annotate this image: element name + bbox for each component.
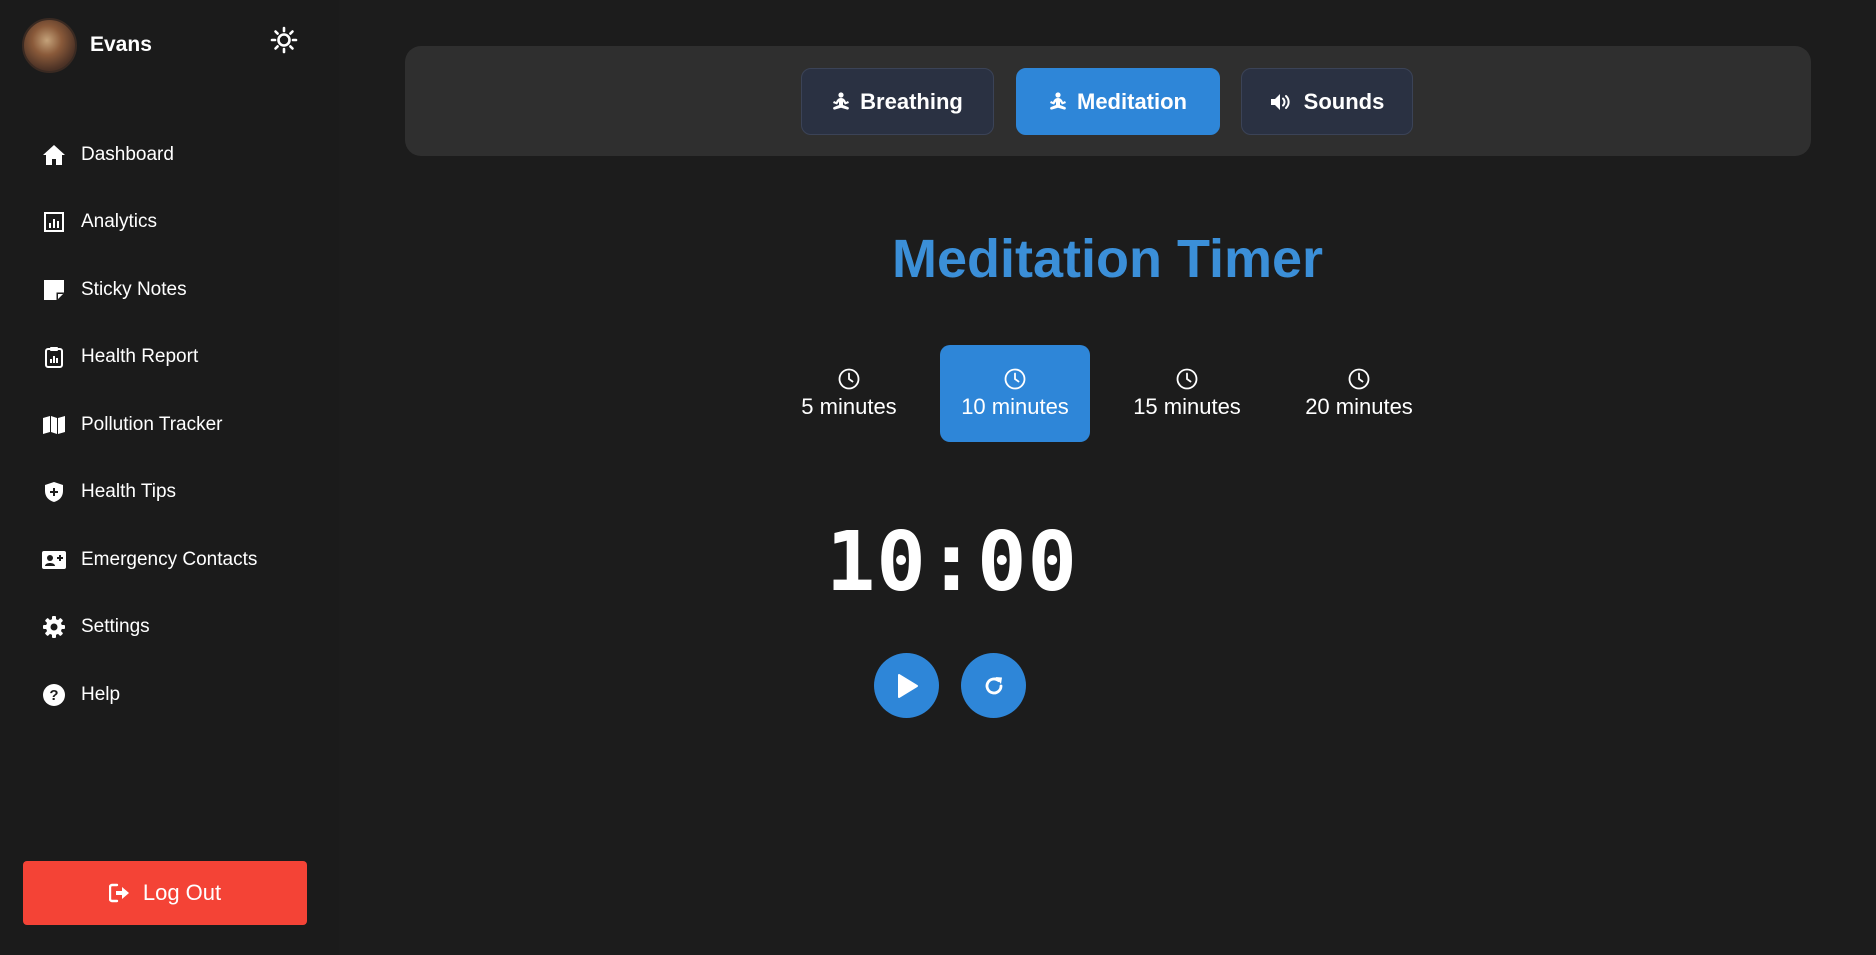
gear-icon <box>40 613 68 641</box>
duration-label: 20 minutes <box>1305 393 1413 419</box>
analytics-icon <box>40 208 68 236</box>
duration-label: 15 minutes <box>1133 393 1241 419</box>
duration-label: 10 minutes <box>961 393 1069 419</box>
sidebar-item-label: Settings <box>81 616 150 638</box>
sidebar-item-dashboard[interactable]: Dashboard <box>40 121 320 189</box>
play-icon <box>897 673 918 698</box>
sidebar-item-label: Pollution Tracker <box>81 413 223 435</box>
clock-icon <box>1176 368 1198 389</box>
mode-tab-bar: Breathing Meditation Sounds <box>405 46 1811 156</box>
shield-icon <box>40 478 68 506</box>
duration-option-5[interactable]: 5 minutes <box>790 345 908 442</box>
clock-icon <box>1348 368 1370 389</box>
sidebar-item-sticky-notes[interactable]: Sticky Notes <box>40 256 320 324</box>
user-name: Evans <box>90 33 152 56</box>
sidebar-item-health-report[interactable]: Health Report <box>40 324 320 392</box>
avatar[interactable] <box>22 17 77 73</box>
duration-option-15[interactable]: 15 minutes <box>1124 345 1250 442</box>
home-icon <box>40 141 68 169</box>
duration-option-10[interactable]: 10 minutes <box>940 345 1090 442</box>
duration-label: 5 minutes <box>801 393 897 419</box>
sidebar-item-label: Health Tips <box>81 481 177 503</box>
reset-button[interactable] <box>961 653 1026 718</box>
clipboard-icon <box>40 343 68 371</box>
clock-icon <box>838 368 860 389</box>
tab-breathing[interactable]: Breathing <box>801 68 994 135</box>
duration-option-20[interactable]: 20 minutes <box>1296 345 1422 442</box>
sidebar-item-label: Health Report <box>81 346 199 368</box>
sidebar-item-label: Analytics <box>81 211 158 233</box>
contact-card-icon <box>40 546 68 574</box>
app: Evans Dashboard Analytics Sticky Notes H… <box>0 0 1876 955</box>
redo-icon <box>985 676 1002 694</box>
timer-display: 10:00 <box>826 515 1078 610</box>
tab-sounds[interactable]: Sounds <box>1241 68 1413 135</box>
meditation-icon <box>1050 91 1066 110</box>
page-title: Meditation Timer <box>891 229 1324 289</box>
sidebar-item-pollution-tracker[interactable]: Pollution Tracker <box>40 391 320 459</box>
sun-icon <box>270 26 298 54</box>
sidebar-item-health-tips[interactable]: Health Tips <box>40 459 320 527</box>
tab-label: Meditation <box>1077 88 1187 114</box>
svg-text:?: ? <box>49 687 58 704</box>
sidebar-item-label: Sticky Notes <box>81 278 187 300</box>
theme-toggle-button[interactable] <box>268 24 300 56</box>
volume-icon <box>1270 93 1290 110</box>
sidebar-item-settings[interactable]: Settings <box>40 594 320 662</box>
sidebar-item-label: Emergency Contacts <box>81 548 258 570</box>
play-button[interactable] <box>874 653 939 718</box>
sign-out-icon <box>108 883 129 903</box>
sidebar-item-help[interactable]: ? Help <box>40 661 320 729</box>
sidebar-item-emergency-contacts[interactable]: Emergency Contacts <box>40 526 320 594</box>
tab-label: Breathing <box>860 88 963 114</box>
meditation-icon <box>833 91 850 110</box>
clock-icon <box>1004 368 1026 389</box>
logout-button[interactable]: Log Out <box>23 861 307 925</box>
question-icon: ? <box>40 681 68 709</box>
map-icon <box>40 411 68 439</box>
logout-label: Log Out <box>142 880 222 905</box>
user-profile: Evans <box>22 17 152 73</box>
sidebar: Evans Dashboard Analytics Sticky Notes H… <box>0 0 339 955</box>
tab-label: Sounds <box>1303 88 1385 114</box>
sidebar-item-label: Dashboard <box>81 143 174 165</box>
sidebar-nav: Dashboard Analytics Sticky Notes Health … <box>40 121 320 729</box>
sidebar-item-label: Help <box>81 683 121 705</box>
sidebar-item-analytics[interactable]: Analytics <box>40 189 320 257</box>
sticky-note-icon <box>40 276 68 304</box>
tab-meditation[interactable]: Meditation <box>1016 68 1220 135</box>
